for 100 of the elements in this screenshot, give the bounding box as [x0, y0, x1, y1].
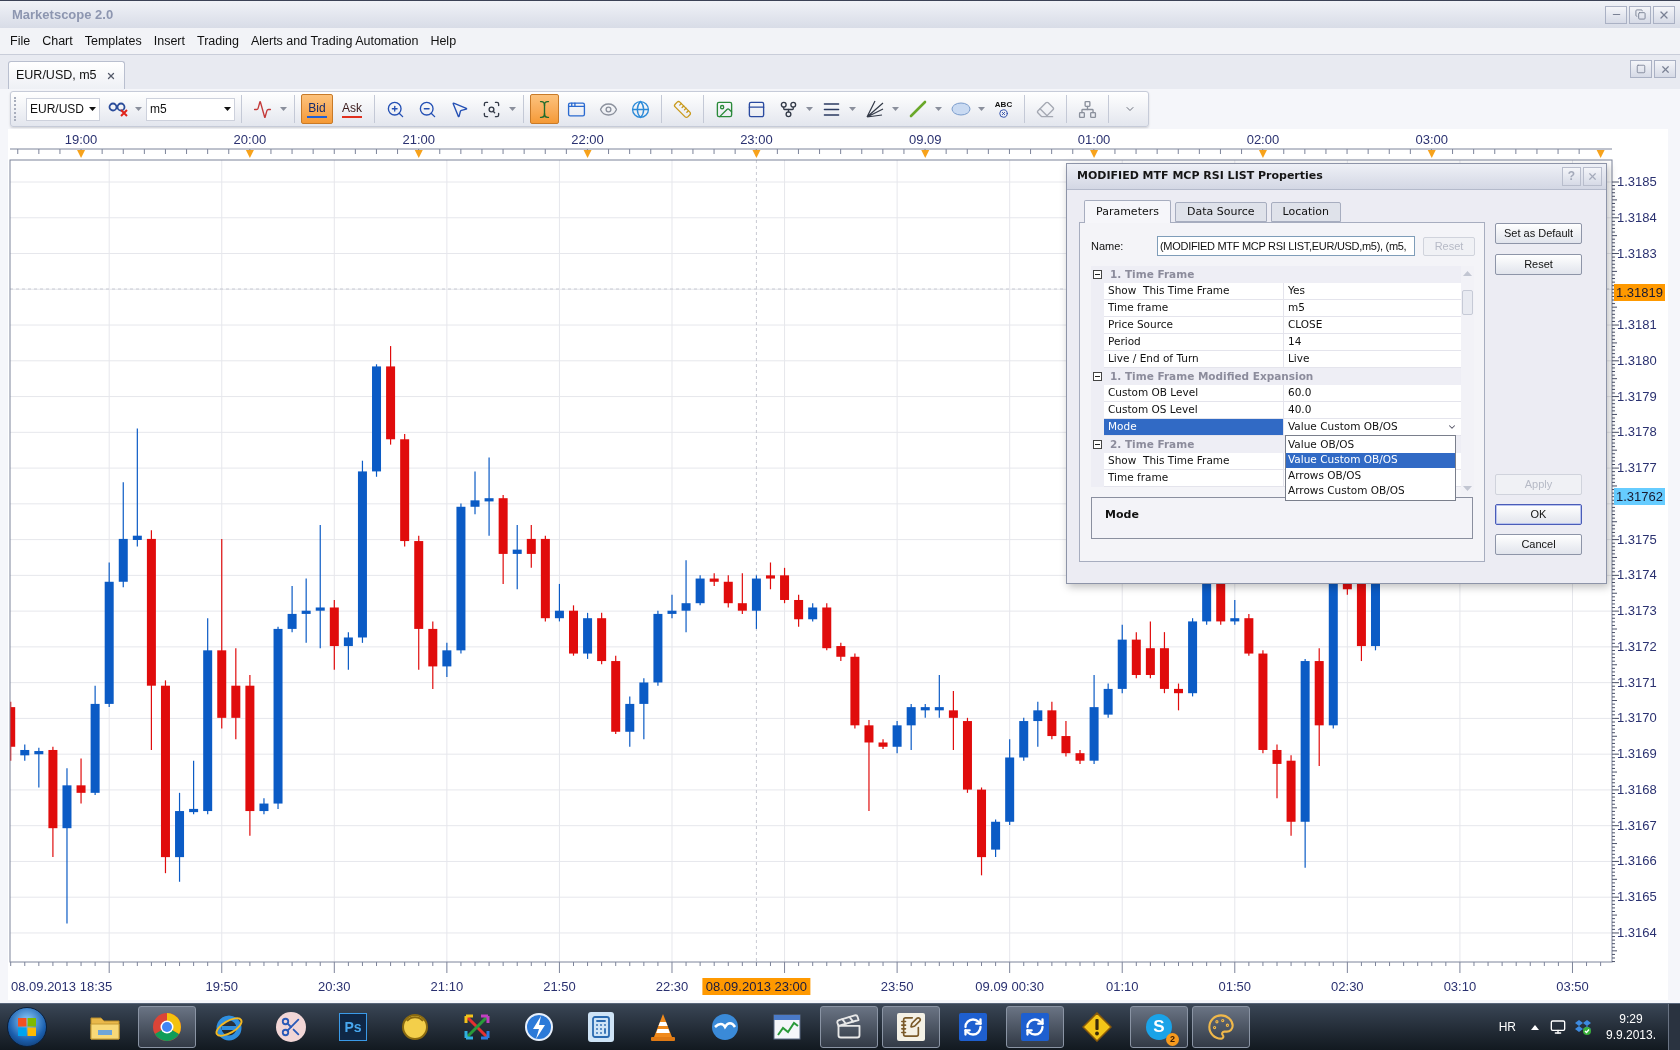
time-axis-label: 03:50 — [1556, 979, 1589, 994]
menu-item[interactable]: Trading — [192, 29, 244, 53]
triangle-marker-icon — [583, 150, 592, 158]
name-field[interactable]: (MODIFIED MTF MCP RSI LIST,EUR/USD,m5), (m5, — [1157, 236, 1415, 256]
window-icon — [567, 99, 586, 119]
toolbar-button[interactable]: ABC — [989, 94, 1018, 124]
price-axis-label: 1.3178 — [1617, 424, 1657, 440]
dialog-title: MODIFIED MTF MCP RSI LIST Properties — [1077, 168, 1323, 185]
show-desktop-button[interactable] — [1668, 1004, 1680, 1050]
monitor-icon[interactable] — [1550, 1019, 1566, 1035]
chart-window-icon — [772, 1013, 802, 1041]
price-axis-label: 1.3185 — [1617, 174, 1657, 189]
circle-x-icon — [999, 109, 1008, 118]
taskbar-app-button[interactable] — [1192, 1006, 1250, 1048]
clock-date: 9.9.2013. — [1605, 1027, 1656, 1043]
property-name[interactable]: Price Source — [1104, 317, 1284, 334]
triangle-marker-icon — [414, 150, 423, 158]
triangle-marker-icon — [77, 150, 86, 158]
close-button[interactable] — [1654, 60, 1676, 78]
price-toggle[interactable]: Ask — [336, 94, 368, 124]
document-tab[interactable]: EUR/USD, m5 — [8, 61, 125, 89]
price-marker: 1.31819 — [1614, 284, 1665, 302]
menu-item[interactable]: Help — [425, 29, 462, 53]
property-name[interactable]: Show This Time Frame — [1104, 283, 1284, 300]
logo-text: Ps — [339, 1013, 367, 1041]
dialog-button[interactable]: Reset — [1495, 254, 1582, 275]
price-marker: 1.31762 — [1614, 488, 1665, 506]
lightning-icon — [524, 1012, 554, 1042]
clock[interactable]: 9:29 9.9.2013. — [1601, 1011, 1661, 1043]
property-value[interactable]: m5 — [1284, 300, 1305, 316]
taskbar-app-button[interactable]: S 2 — [1130, 1006, 1188, 1048]
caret-icon[interactable] — [224, 107, 231, 111]
close-icon[interactable] — [105, 70, 116, 81]
taskbar-app-button[interactable] — [882, 1006, 940, 1048]
taskbar-app-button[interactable]: Ps — [324, 1006, 382, 1048]
time-axis-label: 21:50 — [543, 979, 576, 994]
globe-icon — [631, 99, 650, 119]
time-axis-label: 23:50 — [880, 979, 914, 994]
timeframe-select[interactable]: m5 — [146, 97, 235, 121]
property-value[interactable]: Yes — [1284, 283, 1305, 299]
time-axis-label: 19:50 — [205, 979, 238, 994]
menu-item[interactable]: File — [5, 29, 36, 53]
box-check-icon[interactable] — [1575, 1019, 1591, 1035]
dialog-tab[interactable]: Parameters — [1084, 200, 1171, 223]
symbol-select[interactable]: EUR/USD — [26, 97, 100, 121]
triangle-marker-icon — [1596, 150, 1605, 158]
zoom-in-icon — [386, 99, 405, 119]
restore-icon — [1634, 9, 1646, 20]
triangle-marker-icon — [1090, 150, 1099, 158]
time-axis-label: 19:00 — [64, 132, 98, 147]
name-label: Name: — [1091, 238, 1125, 254]
pointer-icon — [450, 99, 469, 119]
close-icon — [1659, 63, 1671, 75]
time-axis-label: 22:30 — [655, 979, 689, 994]
time-axis-label: 01:10 — [1105, 979, 1139, 994]
clock-time: 9:29 — [1619, 1011, 1643, 1027]
price-axis-label: 1.3184 — [1617, 209, 1657, 225]
price-axis-label: 1.3179 — [1617, 388, 1657, 404]
taskbar-app-button[interactable] — [820, 1006, 878, 1048]
start-button[interactable] — [7, 1007, 47, 1047]
traffic-cone-icon — [649, 1012, 677, 1042]
menu-item[interactable]: Insert — [148, 29, 190, 53]
close-button[interactable] — [1653, 5, 1675, 24]
dialog-button[interactable]: OK — [1495, 504, 1582, 525]
collapse-box-icon[interactable] — [1093, 270, 1102, 279]
price-axis-label: 1.3170 — [1617, 710, 1657, 726]
taskbar-app-button[interactable] — [138, 1006, 196, 1048]
dialog-tab[interactable]: Data Source — [1174, 202, 1267, 222]
fan-lines-icon — [865, 100, 884, 118]
menu-item[interactable]: Chart — [37, 29, 78, 53]
property-name[interactable]: Time frame — [1104, 300, 1284, 317]
dialog-button[interactable]: Cancel — [1495, 534, 1582, 555]
price-axis-label: 1.3166 — [1617, 853, 1657, 869]
scrollbar-thumb[interactable] — [1462, 290, 1473, 315]
time-axis-label: 01:00 — [1077, 132, 1111, 147]
caret-up-icon[interactable] — [1531, 1024, 1539, 1030]
time-axis-label: 02:30 — [1331, 979, 1364, 994]
menu-item[interactable]: Alerts and Trading Automation — [245, 29, 424, 53]
language-indicator[interactable]: HR — [1498, 1018, 1516, 1036]
price-toggle[interactable]: Bid — [301, 94, 333, 124]
price-axis-label: 1.3181 — [1617, 317, 1657, 333]
picture-icon — [715, 99, 734, 119]
caret-icon[interactable] — [89, 107, 96, 111]
price-axis-label: 1.3183 — [1617, 245, 1657, 261]
price-axis-label: 1.3167 — [1617, 817, 1657, 833]
price-axis-label: 1.3165 — [1617, 889, 1657, 905]
grip-handle[interactable] — [14, 97, 17, 121]
dialog-tab[interactable]: Location — [1270, 202, 1342, 222]
dialog-button[interactable]: Set as Default — [1495, 223, 1582, 244]
round-emblem-icon — [401, 1013, 429, 1041]
sync-arrows-icon — [959, 1013, 987, 1041]
menu-item[interactable]: Templates — [79, 29, 147, 53]
time-axis-label: 22:00 — [571, 132, 604, 147]
caret-icon — [1447, 422, 1457, 432]
branch-icon — [779, 99, 798, 119]
price-axis-label: 1.3168 — [1617, 781, 1657, 797]
price-axis-label: 1.3180 — [1617, 352, 1657, 368]
folder-icon — [90, 1014, 120, 1040]
window-title: Marketscope 2.0 — [12, 5, 114, 24]
taskbar-app-button[interactable] — [1006, 1006, 1064, 1048]
